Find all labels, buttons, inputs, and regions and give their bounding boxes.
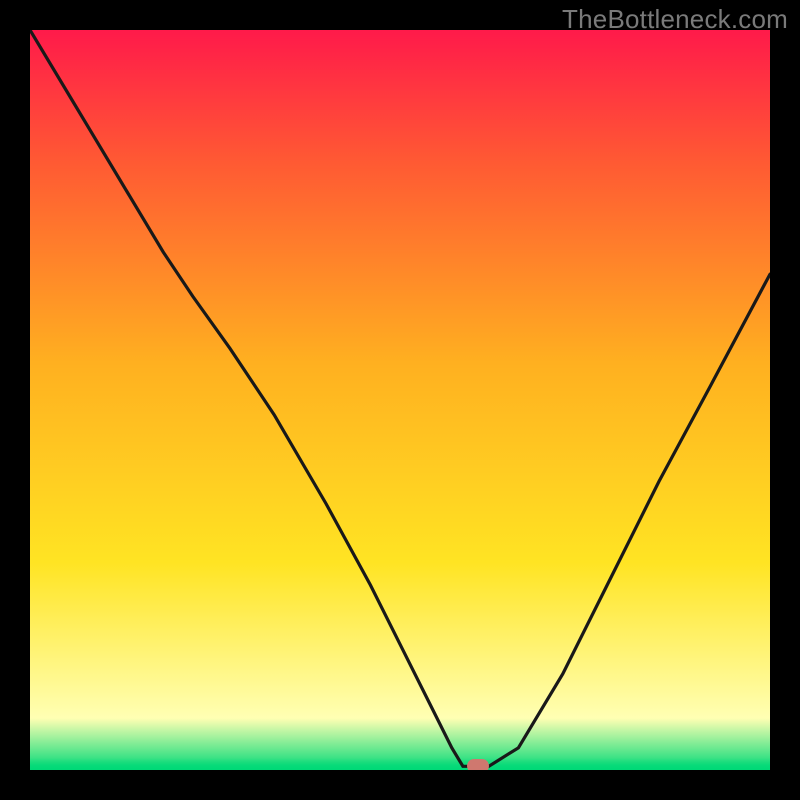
optimal-point-marker: [467, 759, 489, 770]
chart-frame: TheBottleneck.com: [0, 0, 800, 800]
bottleneck-curve: [30, 30, 770, 770]
curve-path: [30, 30, 770, 766]
plot-area: [30, 30, 770, 770]
